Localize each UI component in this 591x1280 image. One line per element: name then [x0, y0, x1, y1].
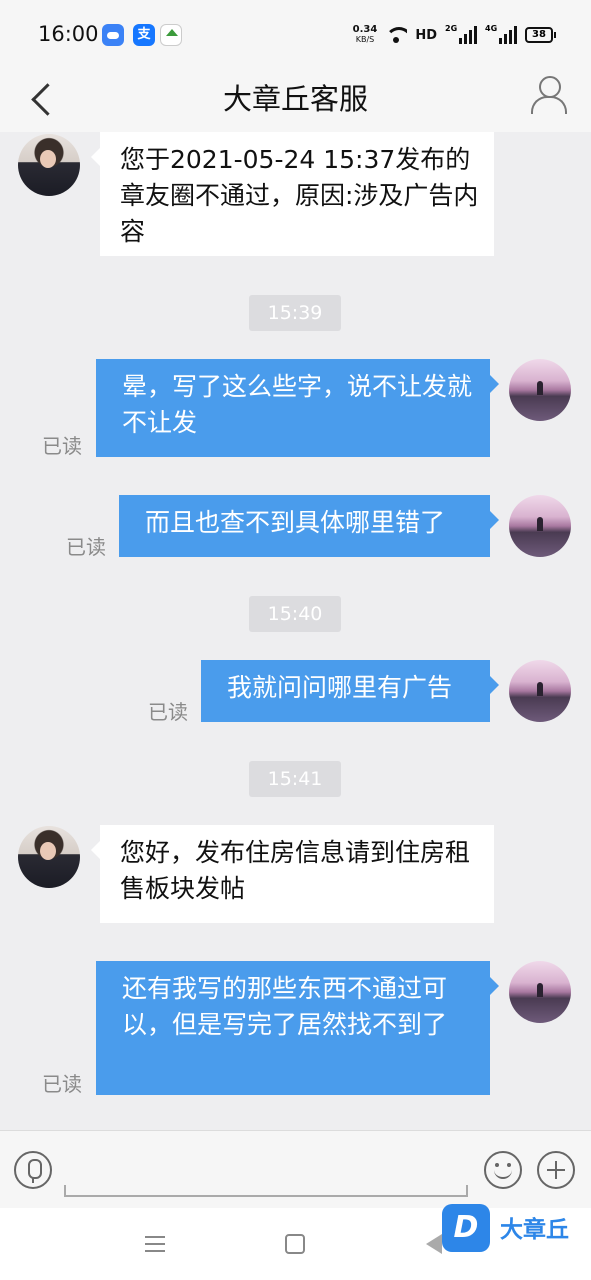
- wifi-icon: [385, 27, 408, 43]
- alipay-icon: 支: [133, 24, 155, 46]
- microphone-icon[interactable]: [14, 1151, 52, 1189]
- user-avatar[interactable]: [509, 495, 571, 557]
- read-receipt: 已读: [66, 535, 106, 559]
- chat-header: 大章丘客服: [0, 70, 591, 132]
- watermark-text: 大章丘: [500, 1217, 569, 1243]
- read-receipt: 已读: [42, 1072, 82, 1096]
- read-receipt: 已读: [148, 700, 188, 724]
- agent-avatar[interactable]: [18, 826, 80, 888]
- status-time: 16:00: [38, 22, 99, 46]
- user-avatar[interactable]: [509, 961, 571, 1023]
- incoming-message[interactable]: 您于2021-05-24 15:37发布的章友圈不通过，原因:涉及广告内容: [91, 132, 494, 256]
- outgoing-message[interactable]: 晕，写了这么些字，说不让发就不让发: [96, 359, 499, 457]
- sim1-label: 2G: [445, 24, 458, 33]
- profile-icon[interactable]: [529, 74, 569, 116]
- net-speed-unit: KB/S: [355, 35, 375, 44]
- incoming-message[interactable]: 您好，发布住房信息请到住房租售板块发帖: [91, 825, 494, 923]
- user-avatar[interactable]: [509, 359, 571, 421]
- chat-messages[interactable]: 您于2021-05-24 15:37发布的章友圈不通过，原因:涉及广告内容 15…: [0, 132, 591, 1130]
- menu-icon[interactable]: [145, 1236, 165, 1252]
- home-app-icon: [160, 24, 182, 46]
- timestamp: 15:40: [249, 596, 341, 632]
- net-speed-value: 0.34: [352, 24, 378, 35]
- outgoing-message[interactable]: 而且也查不到具体哪里错了: [119, 495, 499, 557]
- user-avatar[interactable]: [509, 660, 571, 722]
- timestamp: 15:41: [249, 761, 341, 797]
- outgoing-message[interactable]: 我就问问哪里有广告: [201, 660, 499, 722]
- battery-icon: 38: [525, 27, 556, 43]
- cloud-icon: [102, 24, 124, 46]
- page-title: 大章丘客服: [222, 82, 368, 116]
- agent-avatar[interactable]: [18, 134, 80, 196]
- net-speed: 0.34 KB/S: [353, 25, 378, 45]
- read-receipt: 已读: [42, 434, 82, 458]
- status-indicators: 0.34 KB/S HD 2G 4G 38: [353, 20, 556, 50]
- outgoing-message[interactable]: 还有我写的那些东西不通过可以，但是写完了居然找不到了: [96, 961, 499, 1095]
- emoji-icon[interactable]: [484, 1151, 522, 1189]
- message-input-bar: [0, 1130, 591, 1208]
- signal-icon-sim2: 4G: [485, 24, 517, 44]
- add-icon[interactable]: [537, 1151, 575, 1189]
- sim2-label: 4G: [485, 24, 498, 33]
- hd-label: HD: [415, 27, 437, 43]
- signal-icon-sim1: 2G: [445, 24, 477, 44]
- home-icon[interactable]: [285, 1234, 305, 1254]
- back-triangle-icon[interactable]: [426, 1234, 442, 1254]
- message-input[interactable]: [64, 1185, 468, 1197]
- timestamp: 15:39: [249, 295, 341, 331]
- watermark: D 大章丘: [442, 1204, 590, 1256]
- status-bar: 16:00 支 0.34 KB/S HD 2G 4G 38: [0, 0, 591, 70]
- watermark-logo: D: [442, 1204, 490, 1252]
